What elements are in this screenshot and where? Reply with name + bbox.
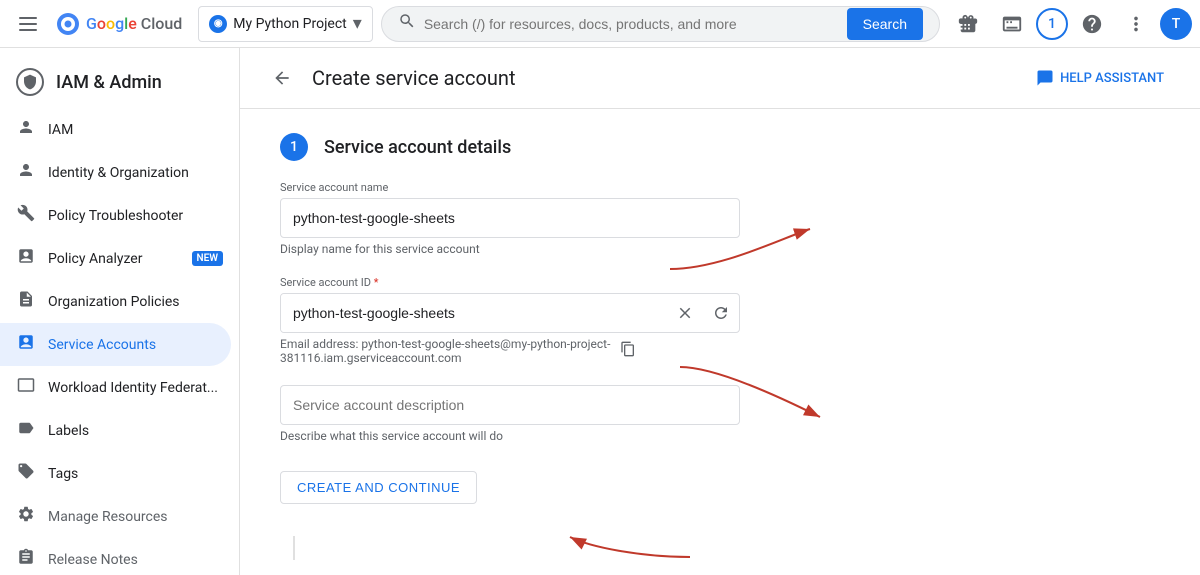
- step1-section: 1 Service account details Service accoun…: [280, 133, 1000, 504]
- step1-number: 1: [280, 133, 308, 161]
- sidebar-policy-troubleshooter-label: Policy Troubleshooter: [48, 208, 223, 224]
- sidebar-workload-label: Workload Identity Federat...: [48, 380, 223, 396]
- email-text: Email address: python-test-google-sheets…: [280, 337, 610, 365]
- org-policies-icon: [16, 290, 36, 313]
- release-notes-icon: [16, 548, 36, 571]
- avatar[interactable]: T: [1160, 8, 1192, 40]
- sidebar-labels-label: Labels: [48, 423, 223, 439]
- tags-icon: [16, 462, 36, 485]
- service-account-name-group: Service account name Display name for th…: [280, 181, 1000, 256]
- page-title: Create service account: [312, 66, 516, 90]
- sidebar-title: IAM & Admin: [56, 72, 162, 93]
- wrench-icon: [16, 204, 36, 227]
- labels-icon: [16, 419, 36, 442]
- manage-resources-icon: [16, 505, 36, 528]
- help-assistant-label: HELP ASSISTANT: [1060, 71, 1164, 86]
- sidebar-header: IAM & Admin: [0, 56, 239, 108]
- id-label: Service account ID *: [280, 276, 1000, 289]
- search-bar: Search: [381, 6, 940, 42]
- sidebar-item-iam[interactable]: IAM: [0, 108, 239, 151]
- email-row: Email address: python-test-google-sheets…: [280, 337, 1000, 365]
- google-cloud-logo[interactable]: Google Cloud: [56, 12, 182, 36]
- search-input[interactable]: [424, 16, 839, 32]
- required-star: *: [374, 276, 379, 289]
- project-selector[interactable]: ◉ My Python Project ▾: [198, 6, 373, 42]
- sidebar-service-accounts-label: Service Accounts: [48, 337, 215, 353]
- main-content: Create service account HELP ASSISTANT 1 …: [240, 48, 1200, 575]
- sidebar-item-workload-identity[interactable]: Workload Identity Federat...: [0, 366, 239, 409]
- step1-header: 1 Service account details: [280, 133, 1000, 161]
- topbar-icons: 1 T: [948, 4, 1192, 44]
- sidebar-release-notes-label: Release Notes: [48, 552, 223, 568]
- project-icon: ◉: [209, 15, 227, 33]
- search-button[interactable]: Search: [847, 8, 923, 40]
- sidebar-tags-label: Tags: [48, 466, 223, 482]
- sidebar-identity-org-label: Identity & Organization: [48, 165, 223, 181]
- clear-id-button[interactable]: [667, 295, 703, 331]
- help-icon[interactable]: [1072, 4, 1112, 44]
- gift-icon[interactable]: [948, 4, 988, 44]
- main-layout: IAM & Admin IAM Identity & Organization: [0, 48, 1200, 575]
- project-name: My Python Project: [233, 16, 346, 32]
- create-and-continue-button[interactable]: CREATE AND CONTINUE: [280, 471, 477, 504]
- search-icon: [398, 12, 416, 35]
- form-content: 1 Service account details Service accoun…: [240, 109, 1040, 575]
- sidebar-item-manage-resources[interactable]: Manage Resources: [0, 495, 239, 538]
- sidebar-org-policies-label: Organization Policies: [48, 294, 223, 310]
- service-account-description-input[interactable]: [280, 385, 740, 425]
- service-accounts-icon: [16, 333, 36, 356]
- sidebar-item-labels[interactable]: Labels: [0, 409, 239, 452]
- description-group: Describe what this service account will …: [280, 385, 1000, 443]
- sidebar-item-identity-org[interactable]: Identity & Organization: [0, 151, 239, 194]
- identity-icon: [16, 161, 36, 184]
- copy-email-button[interactable]: [618, 339, 638, 363]
- description-hint: Describe what this service account will …: [280, 429, 1000, 443]
- back-button[interactable]: [264, 60, 300, 96]
- step1-title: Service account details: [324, 137, 511, 158]
- sidebar-policy-analyzer-label: Policy Analyzer: [48, 251, 180, 267]
- iam-shield-icon: [16, 68, 44, 96]
- page-header-left: Create service account: [264, 60, 516, 96]
- service-account-name-input[interactable]: [280, 198, 740, 238]
- sidebar-item-release-notes[interactable]: Release Notes: [0, 538, 239, 575]
- page-header: Create service account HELP ASSISTANT: [240, 48, 1200, 109]
- sidebar-item-policy-analyzer[interactable]: Policy Analyzer NEW: [0, 237, 239, 280]
- sidebar-iam-label: IAM: [48, 122, 223, 138]
- sidebar-item-tags[interactable]: Tags: [0, 452, 239, 495]
- topbar: Google Cloud ◉ My Python Project ▾ Searc…: [0, 0, 1200, 48]
- help-assistant-button[interactable]: HELP ASSISTANT: [1024, 63, 1176, 93]
- sidebar-item-org-policies[interactable]: Organization Policies: [0, 280, 239, 323]
- step-divider-1: [293, 536, 295, 560]
- policy-icon: [16, 247, 36, 270]
- service-account-id-input[interactable]: [281, 294, 667, 332]
- sidebar: IAM & Admin IAM Identity & Organization: [0, 48, 240, 575]
- terminal-icon[interactable]: [992, 4, 1032, 44]
- id-input-wrapper: [280, 293, 740, 333]
- sidebar-item-policy-troubleshooter[interactable]: Policy Troubleshooter: [0, 194, 239, 237]
- refresh-id-button[interactable]: [703, 295, 739, 331]
- new-badge: NEW: [192, 251, 224, 266]
- iam-icon: [16, 118, 36, 141]
- chevron-down-icon: ▾: [353, 13, 362, 34]
- sidebar-manage-resources-label: Manage Resources: [48, 509, 223, 525]
- name-label: Service account name: [280, 181, 1000, 194]
- hamburger-menu[interactable]: [8, 4, 48, 44]
- name-hint: Display name for this service account: [280, 242, 1000, 256]
- sidebar-item-service-accounts[interactable]: Service Accounts: [0, 323, 231, 366]
- more-options-icon[interactable]: [1116, 4, 1156, 44]
- arrow3-annotation: [560, 517, 700, 567]
- service-account-id-group: Service account ID *: [280, 276, 1000, 365]
- workload-icon: [16, 376, 36, 399]
- notification-badge[interactable]: 1: [1036, 8, 1068, 40]
